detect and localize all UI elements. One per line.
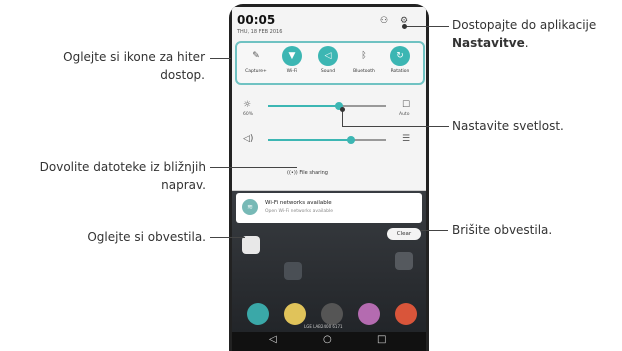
tile-label: Wi-Fi (286, 69, 298, 74)
edit-icon[interactable]: ⚇ (380, 16, 388, 26)
file-sharing-label: File sharing (299, 170, 328, 176)
tile-label: Sound (320, 69, 336, 74)
notification-subtitle: Open Wi-Fi networks available (265, 209, 333, 214)
notification-title: Wi-Fi networks available (265, 200, 332, 206)
tile-label: Bluetooth (353, 69, 375, 74)
carrier-label: LGE LAB2400 6171 (304, 324, 343, 329)
capture-icon: ✎ (252, 51, 260, 61)
quick-access-tiles: ✎ Capture+ ▼ Wi-Fi ◁ Sound ᛒ Bluetooth ↻ (235, 41, 425, 85)
tile-label: Capture+ (245, 69, 267, 74)
back-icon[interactable]: ◁ (269, 334, 277, 345)
callout-line-clear (420, 230, 448, 231)
wifi-notification-icon: ≋ (242, 199, 258, 215)
play-store-app-icon[interactable] (284, 262, 302, 280)
callout-dot (340, 107, 345, 112)
phone-screen: 00:05 THU, 18 FEB 2016 ⚇ ⚙ ✎ Capture+ ▼ … (232, 7, 426, 351)
phone-frame: 00:05 THU, 18 FEB 2016 ⚇ ⚙ ✎ Capture+ ▼ … (229, 4, 429, 351)
volume-settings-icon[interactable]: ☰ (402, 134, 410, 144)
recents-icon[interactable]: □ (377, 334, 386, 345)
volume-icon: ◁) (243, 134, 254, 144)
sound-icon: ◁ (318, 46, 338, 66)
rotation-icon: ↻ (390, 46, 410, 66)
brightness-track[interactable] (268, 102, 386, 110)
messages-app-icon[interactable] (284, 303, 306, 325)
auto-checkbox[interactable]: ☐ (402, 100, 410, 110)
gallery-app-icon[interactable] (358, 303, 380, 325)
tile-bluetooth[interactable]: ᛒ Bluetooth (349, 46, 379, 74)
wifi-icon: ▼ (282, 46, 302, 66)
brightness-slider[interactable]: ☼ 60% ☐ Auto (240, 99, 418, 119)
home-icon[interactable]: ○ (323, 334, 332, 345)
callout-quick: Oglejte si ikone za hiter dostop. (63, 50, 205, 82)
callout-notifications: Oglejte si obvestila. (87, 230, 206, 244)
auto-label: Auto (399, 112, 410, 117)
volume-track[interactable] (268, 136, 386, 144)
camera-app-icon[interactable] (321, 303, 343, 325)
callout-settings: Dostopajte do aplikacije Nastavitve. (452, 18, 597, 50)
status-date: THU, 18 FEB 2016 (237, 29, 283, 35)
callout-brightness: Nastavite svetlost. (452, 119, 564, 133)
callout-line-notif (210, 237, 245, 238)
notification-card[interactable]: ≋ Wi-Fi networks available Open Wi-Fi ne… (236, 193, 422, 223)
brightness-percent: 60% (243, 112, 254, 117)
tile-rotation[interactable]: ↻ Rotation (385, 46, 415, 74)
tile-capture[interactable]: ✎ Capture+ (241, 46, 271, 74)
callout-line-files (210, 167, 297, 168)
file-sharing-toggle[interactable]: ((•)) File sharing (287, 170, 328, 176)
callout-line-quick (210, 58, 231, 59)
tile-sound[interactable]: ◁ Sound (313, 46, 343, 74)
callout-dot (402, 24, 407, 29)
volume-knob[interactable] (346, 136, 355, 144)
gmail-app-icon[interactable] (242, 236, 260, 254)
clear-button[interactable]: Clear (387, 228, 421, 240)
callout-line-settings (405, 26, 449, 27)
tile-wifi[interactable]: ▼ Wi-Fi (277, 46, 307, 74)
quick-settings-panel: 00:05 THU, 18 FEB 2016 ⚇ ⚙ ✎ Capture+ ▼ … (232, 7, 426, 191)
status-time: 00:05 (237, 13, 276, 27)
bluetooth-icon: ᛒ (361, 51, 367, 61)
navigation-bar: ◁ ○ □ (232, 332, 426, 351)
settings-app-icon[interactable] (395, 252, 413, 270)
phone-app-icon[interactable] (247, 303, 269, 325)
file-sharing-icon: ((•)) (287, 170, 298, 176)
callout-clear: Brišite obvestila. (452, 223, 553, 237)
callout-line-brightness-v (342, 110, 343, 126)
volume-slider[interactable]: ◁) ☰ (240, 133, 418, 153)
chrome-app-icon[interactable] (395, 303, 417, 325)
callout-files: Dovolite datoteke iz bližnjih naprav. (39, 160, 206, 192)
callout-line-brightness (342, 126, 449, 127)
brightness-icon: ☼ (243, 100, 252, 110)
tile-label: Rotation (390, 69, 410, 74)
